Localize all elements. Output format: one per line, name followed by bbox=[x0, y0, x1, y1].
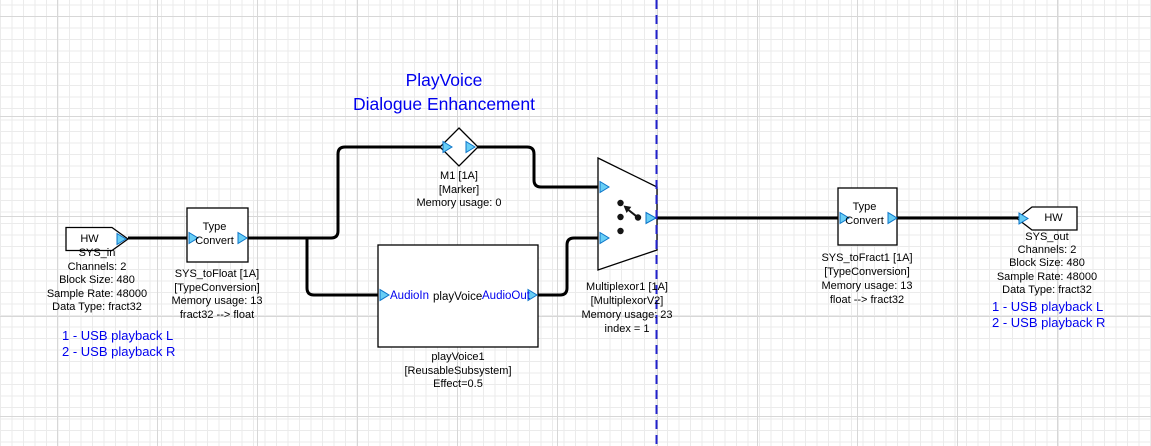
diagram-title: PlayVoiceDialogue Enhancement bbox=[284, 69, 604, 116]
label-line: [MultiplexorV2] bbox=[545, 294, 709, 308]
label-line: Type bbox=[838, 201, 891, 215]
label-line: SYS_out bbox=[965, 231, 1129, 244]
label-line: fract32 --> float bbox=[135, 309, 299, 323]
schematic-canvas[interactable]: PlayVoiceDialogue Enhancement HW SYS_in C… bbox=[0, 0, 1151, 446]
label-line: Convert bbox=[838, 215, 891, 229]
wire-typeconvert1-to-playvoice[interactable] bbox=[307, 238, 381, 295]
label-line: Type bbox=[187, 221, 242, 235]
label-line: SYS_toFloat [1A] bbox=[135, 268, 299, 282]
label-line: Memory usage: 13 bbox=[135, 295, 299, 309]
playvoice-caption: playVoice1[ReusableSubsystem]Effect=0.5 bbox=[376, 351, 540, 392]
label-line: 2 - USB playback R bbox=[62, 344, 175, 360]
label-line: SYS_toFract1 [1A] bbox=[785, 251, 949, 265]
label-line: [TypeConversion] bbox=[785, 265, 949, 279]
label-line: SYS_in bbox=[15, 247, 179, 261]
label-line: Channels: 2 bbox=[965, 244, 1129, 257]
playvoice-output-port-label: AudioOut bbox=[482, 290, 530, 302]
marker-caption: M1 [1A][Marker]Memory usage: 0 bbox=[377, 170, 541, 211]
label-line: Memory usage: 23 bbox=[545, 308, 709, 322]
block-multiplexor1[interactable] bbox=[598, 158, 657, 270]
label-line: Memory usage: 0 bbox=[377, 197, 541, 211]
label-line: Multiplexor1 [1A] bbox=[545, 280, 709, 294]
label-line: float --> fract32 bbox=[785, 293, 949, 307]
label-line: playVoice1 bbox=[376, 351, 540, 365]
typeconvert2-caption: SYS_toFract1 [1A][TypeConversion]Memory … bbox=[785, 251, 949, 307]
sysin-shape-label: HW bbox=[66, 233, 113, 247]
label-line: PlayVoice bbox=[284, 69, 604, 93]
playvoice-shape-label: playVoice bbox=[433, 291, 482, 303]
label-line: 1 - USB playback L bbox=[992, 299, 1105, 315]
typeconvert2-shape-label: TypeConvert bbox=[838, 201, 891, 228]
input-channel-notes: 1 - USB playback L2 - USB playback R bbox=[62, 328, 175, 359]
label-line: Data Type: fract32 bbox=[965, 284, 1129, 297]
label-line: 1 - USB playback L bbox=[62, 328, 175, 344]
label-line: index = 1 bbox=[545, 322, 709, 336]
label-line: Effect=0.5 bbox=[376, 378, 540, 392]
label-line: Memory usage: 13 bbox=[785, 279, 949, 293]
label-line: 2 - USB playback R bbox=[992, 315, 1105, 331]
block-marker-m1[interactable] bbox=[440, 128, 478, 166]
sysout-caption: SYS_outChannels: 2Block Size: 480Sample … bbox=[965, 231, 1129, 297]
label-line: M1 [1A] bbox=[377, 170, 541, 184]
sysout-shape-label: HW bbox=[1030, 212, 1077, 226]
typeconvert1-shape-label: TypeConvert bbox=[187, 221, 242, 248]
playvoice-input-port-label: AudioIn bbox=[390, 290, 429, 302]
label-line: [ReusableSubsystem] bbox=[376, 365, 540, 379]
label-line: Sample Rate: 48000 bbox=[965, 271, 1129, 284]
multiplexor-caption: Multiplexor1 [1A][MultiplexorV2]Memory u… bbox=[545, 280, 709, 336]
label-line: Block Size: 480 bbox=[965, 257, 1129, 270]
typeconvert1-caption: SYS_toFloat [1A][TypeConversion]Memory u… bbox=[135, 268, 299, 322]
label-line: [TypeConversion] bbox=[135, 282, 299, 296]
label-line: Convert bbox=[187, 235, 242, 249]
output-channel-notes: 1 - USB playback L2 - USB playback R bbox=[992, 299, 1105, 330]
label-line: [Marker] bbox=[377, 184, 541, 198]
label-line: Dialogue Enhancement bbox=[284, 93, 604, 117]
